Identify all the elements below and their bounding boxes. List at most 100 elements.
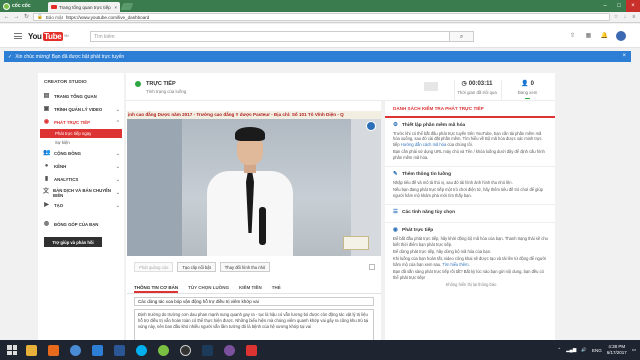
browser-tab-active[interactable]: Trang tổng quan trực tiếp ×	[48, 2, 120, 12]
volume-icon[interactable]: 🔊	[581, 347, 587, 353]
avatar[interactable]	[616, 31, 626, 41]
search-input[interactable]: Tìm kiếm	[90, 31, 450, 42]
input-language[interactable]: ENG	[592, 348, 602, 353]
dismiss-notice-icon[interactable]: ×	[622, 51, 626, 62]
upload-icon[interactable]: ⇧	[568, 32, 577, 41]
url-field[interactable]: 🔒 Bảo mật https://www.youtube.com/live_d…	[33, 13, 610, 21]
sidebar-item-community[interactable]: 👥 CỘNG ĐỒNG ⌄	[38, 147, 124, 160]
sidebar-item-analytics[interactable]: ▮ ANALYTICS ⌄	[38, 173, 124, 186]
broadcast-icon: ◉	[393, 227, 398, 234]
notifications-center-icon[interactable]: ▭	[632, 347, 636, 353]
checklist-title[interactable]: Thêm thông tin luồng	[402, 172, 451, 177]
reload-icon[interactable]: ↻	[23, 14, 30, 21]
windows-taskbar: ⌃ ▂▄▆ 🔊 ENG 4:38 PM 6/17/2017 ▭	[0, 340, 640, 360]
checklist-title[interactable]: Phát trực tiếp	[402, 228, 433, 233]
checklist-title[interactable]: Các tính năng tùy chọn	[402, 210, 455, 215]
sidebar-item-live[interactable]: ◉ PHÁT TRỰC TIẾP ⌃	[38, 116, 124, 129]
youtube-logo[interactable]: You Tube VN	[28, 31, 69, 41]
elapsed-time-label: Thời gian đã trôi qua	[457, 90, 497, 95]
obs-icon	[179, 344, 191, 356]
tab-monetization[interactable]: KIẾM TIỀN	[239, 282, 262, 293]
coccoc-logo-icon	[3, 2, 10, 10]
system-tray: ⌃ ▂▄▆ 🔊 ENG 4:38 PM 6/17/2017 ▭	[557, 340, 636, 360]
video-ticker-text: ịnh cao đẳng Dược năm 2017 - Trường cao …	[127, 111, 381, 119]
youtube-header: You Tube VN Tìm kiếm ⌕ ⇧ ▦ 🔔	[0, 24, 640, 48]
help-feedback-button[interactable]: Trợ giúp và phản hồi	[44, 237, 102, 247]
guide-menu-icon[interactable]	[14, 33, 22, 39]
photoshop-icon	[201, 344, 213, 356]
back-icon[interactable]: ←	[3, 14, 10, 21]
sidebar-subitem-live-now[interactable]: Phát trực tiếp ngay	[40, 129, 122, 138]
taskbar-app-obs[interactable]	[174, 340, 196, 360]
taskbar-app-word[interactable]	[108, 340, 130, 360]
create-clip-button[interactable]: Tạo clip nổi bật	[177, 262, 216, 272]
notifications-icon[interactable]: 🔔	[600, 32, 609, 41]
sidebar-item-label: ANALYTICS	[54, 177, 79, 182]
sidebar-item-video-manager[interactable]: ▣ TRÌNH QUẢN LÝ VIDEO ⌄	[38, 103, 124, 116]
stream-action-button[interactable]	[424, 82, 438, 91]
title-field[interactable]: Các dòng tác xoa bóp vận động hỗ trợ điề…	[134, 297, 374, 306]
stream-status-bar: TRỰC TIẾP Tình trạng của luồng ◷ 00:03:11…	[126, 73, 555, 101]
notice-text: Xin chúc mừng! Bạn đã được bật phát trực…	[15, 53, 125, 60]
forward-icon[interactable]: →	[13, 14, 20, 21]
taskbar-app-viber[interactable]	[218, 340, 240, 360]
network-icon[interactable]: ▂▄▆	[566, 347, 576, 353]
taskbar-app-media[interactable]	[42, 340, 64, 360]
viewers-indicator	[525, 98, 530, 99]
browser-tab-title: Trang tổng quan trực tiếp	[59, 4, 111, 10]
taskbar-app-skype[interactable]	[130, 340, 152, 360]
sidebar-item-channel[interactable]: ● KÊNH ⌄	[38, 160, 124, 173]
sidebar-item-create[interactable]: ▶ TẠO ⌄	[38, 199, 124, 212]
taskbar-app-other[interactable]	[240, 340, 262, 360]
sidebar-item-dashboard[interactable]: ▤ TRANG TỔNG QUAN	[38, 90, 124, 103]
taskbar-app-photoshop[interactable]	[196, 340, 218, 360]
close-window-icon[interactable]: ×	[626, 0, 640, 12]
sidebar-item-contributions[interactable]: ◍ ĐÓNG GÓP CỦA BẠN	[38, 218, 124, 231]
menu-icon[interactable]: ≡	[631, 14, 637, 20]
taskbar-app-browser[interactable]	[64, 340, 86, 360]
minimize-icon[interactable]: –	[598, 0, 612, 12]
new-tab-button[interactable]	[120, 3, 134, 10]
download-icon[interactable]: ↓	[622, 14, 628, 20]
tab-basic-info[interactable]: THÔNG TIN CƠ BẢN	[134, 282, 179, 293]
star-icon[interactable]: ☆	[613, 14, 619, 20]
taskbar-app-zalo[interactable]	[86, 340, 108, 360]
tray-up-arrow-icon[interactable]: ⌃	[557, 347, 561, 353]
search-icon: ⌕	[459, 34, 464, 40]
chevron-up-icon: ⌃	[115, 119, 120, 126]
start-button[interactable]	[4, 342, 20, 358]
youtube-favicon-icon	[51, 5, 57, 9]
expand-icon[interactable]	[369, 264, 375, 270]
sidebar-item-translations[interactable]: 文 BẢN DỊCH VÀ BẢN CHUYỂN BIÊN ⌄	[38, 186, 124, 199]
chat-app-icon	[91, 344, 103, 356]
maximize-icon[interactable]: □	[612, 0, 626, 12]
encoder-icon: ⚙	[393, 122, 398, 128]
search-button[interactable]: ⌕	[450, 31, 474, 42]
apps-icon[interactable]: ▦	[584, 32, 593, 41]
taskbar-clock[interactable]: 4:38 PM 6/17/2017	[607, 344, 627, 356]
tab-stream-options[interactable]: TÙY CHỌN LUỒNG	[188, 282, 229, 293]
viewers-label: Đang xem	[517, 90, 538, 95]
checklist-title[interactable]: Thiết lập phần mềm mã hóa	[402, 123, 465, 128]
taskbar-app-coccoc[interactable]	[152, 340, 174, 360]
learn-more-link[interactable]: Tìm hiểu thêm.	[442, 262, 469, 267]
sidebar-item-label: TRÌNH QUẢN LÝ VIDEO	[54, 107, 103, 112]
tab-cards[interactable]: THẺ	[272, 282, 281, 293]
coccoc-icon	[157, 344, 169, 356]
address-bar-actions: ☆ ↓ ≡	[613, 14, 637, 20]
stream-health-label[interactable]: Tình trạng của luồng	[146, 89, 186, 94]
change-thumbnail-button[interactable]: Thay đổi hình thu nhỏ	[219, 262, 271, 272]
chevron-down-icon: ⌄	[115, 150, 120, 157]
elapsed-time-stat: ◷ 00:03:11 Thời gian đã trôi qua	[454, 80, 499, 100]
dont-show-again-link[interactable]: Không hiển thị lại thông báo	[393, 282, 549, 287]
taskbar-app-explorer[interactable]	[20, 340, 42, 360]
browser-tab-bar: cốc cốc Trang tổng quan trực tiếp × – □ …	[0, 0, 640, 12]
presenter-hair	[235, 127, 265, 141]
play-ad-button[interactable]: Phát quảng cáo	[134, 262, 174, 272]
sidebar-subitem-events[interactable]: Sự kiện	[38, 138, 124, 147]
stream-status-title: TRỰC TIẾP	[146, 81, 176, 87]
tab-close-icon[interactable]: ×	[114, 5, 117, 10]
browser-brand[interactable]: cốc cốc	[3, 2, 31, 10]
encoder-guide-link[interactable]: Hướng dẫn cách mã hóa	[401, 142, 446, 147]
live-preview-video[interactable]	[127, 111, 381, 256]
